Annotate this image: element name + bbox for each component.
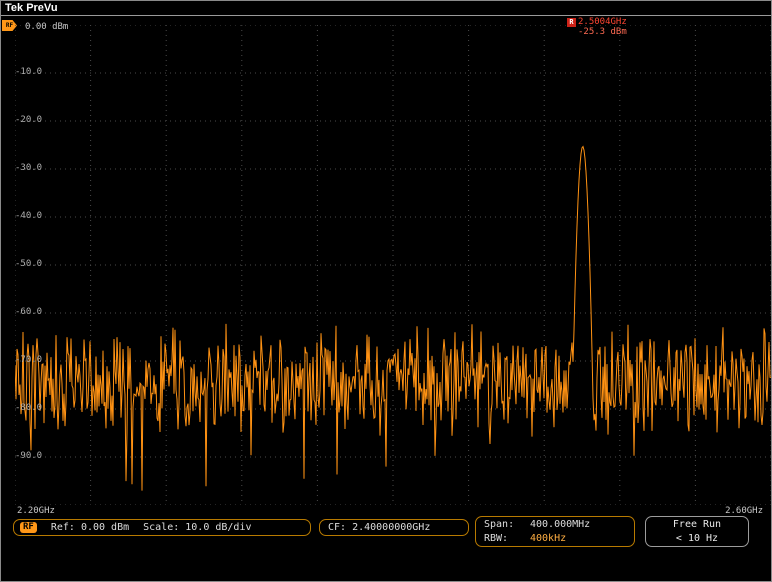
title-bar: Tek PreVu	[1, 1, 771, 16]
marker-frequency: 2.5004GHz	[578, 17, 627, 27]
ref-level-label: 0.00 dBm	[25, 22, 68, 32]
scale-value: Scale: 10.0 dB/div	[143, 522, 251, 533]
span-value: 400.000MHz	[530, 518, 590, 532]
span-rbw-readout[interactable]: Span: 400.000MHz RBW: 400kHz	[475, 516, 635, 547]
y-tick-label: -90.0	[15, 451, 42, 461]
rbw-value: 400kHz	[530, 532, 566, 546]
trigger-status-readout[interactable]: Free Run < 10 Hz	[645, 516, 749, 547]
ref-scale-readout[interactable]: RF Ref: 0.00 dBm Scale: 10.0 dB/div	[13, 519, 311, 536]
y-tick-label: -60.0	[15, 307, 42, 317]
spectrum-plot	[15, 25, 771, 505]
marker-r-icon: R	[567, 18, 576, 27]
marker-readout: R 2.5004GHz -25.3 dBm	[567, 17, 627, 37]
marker-level: -25.3 dBm	[578, 27, 627, 37]
rbw-label: RBW:	[484, 532, 530, 546]
y-tick-label: -30.0	[15, 163, 42, 173]
y-tick-label: -80.0	[15, 403, 42, 413]
y-tick-label: -70.0	[15, 355, 42, 365]
y-tick-label: -10.0	[15, 67, 42, 77]
start-frequency-label: 2.20GHz	[17, 506, 55, 516]
trigger-rate: < 10 Hz	[646, 532, 748, 546]
y-tick-label: -50.0	[15, 259, 42, 269]
rf-badge: RF	[20, 522, 37, 533]
cf-value: CF: 2.40000000GHz	[328, 522, 430, 533]
trigger-mode: Free Run	[646, 518, 748, 532]
stop-frequency-label: 2.60GHz	[725, 506, 763, 516]
acquisition-status: Tek PreVu	[5, 2, 58, 14]
ref-level-value: Ref: 0.00 dBm	[51, 522, 129, 533]
span-label: Span:	[484, 518, 530, 532]
center-frequency-readout[interactable]: CF: 2.40000000GHz	[319, 519, 469, 536]
y-tick-label: -20.0	[15, 115, 42, 125]
instrument-screen: Tek PreVu RF 0.00 dBm -10.0 -20.0 -30.0 …	[0, 0, 772, 582]
y-tick-label: -40.0	[15, 211, 42, 221]
